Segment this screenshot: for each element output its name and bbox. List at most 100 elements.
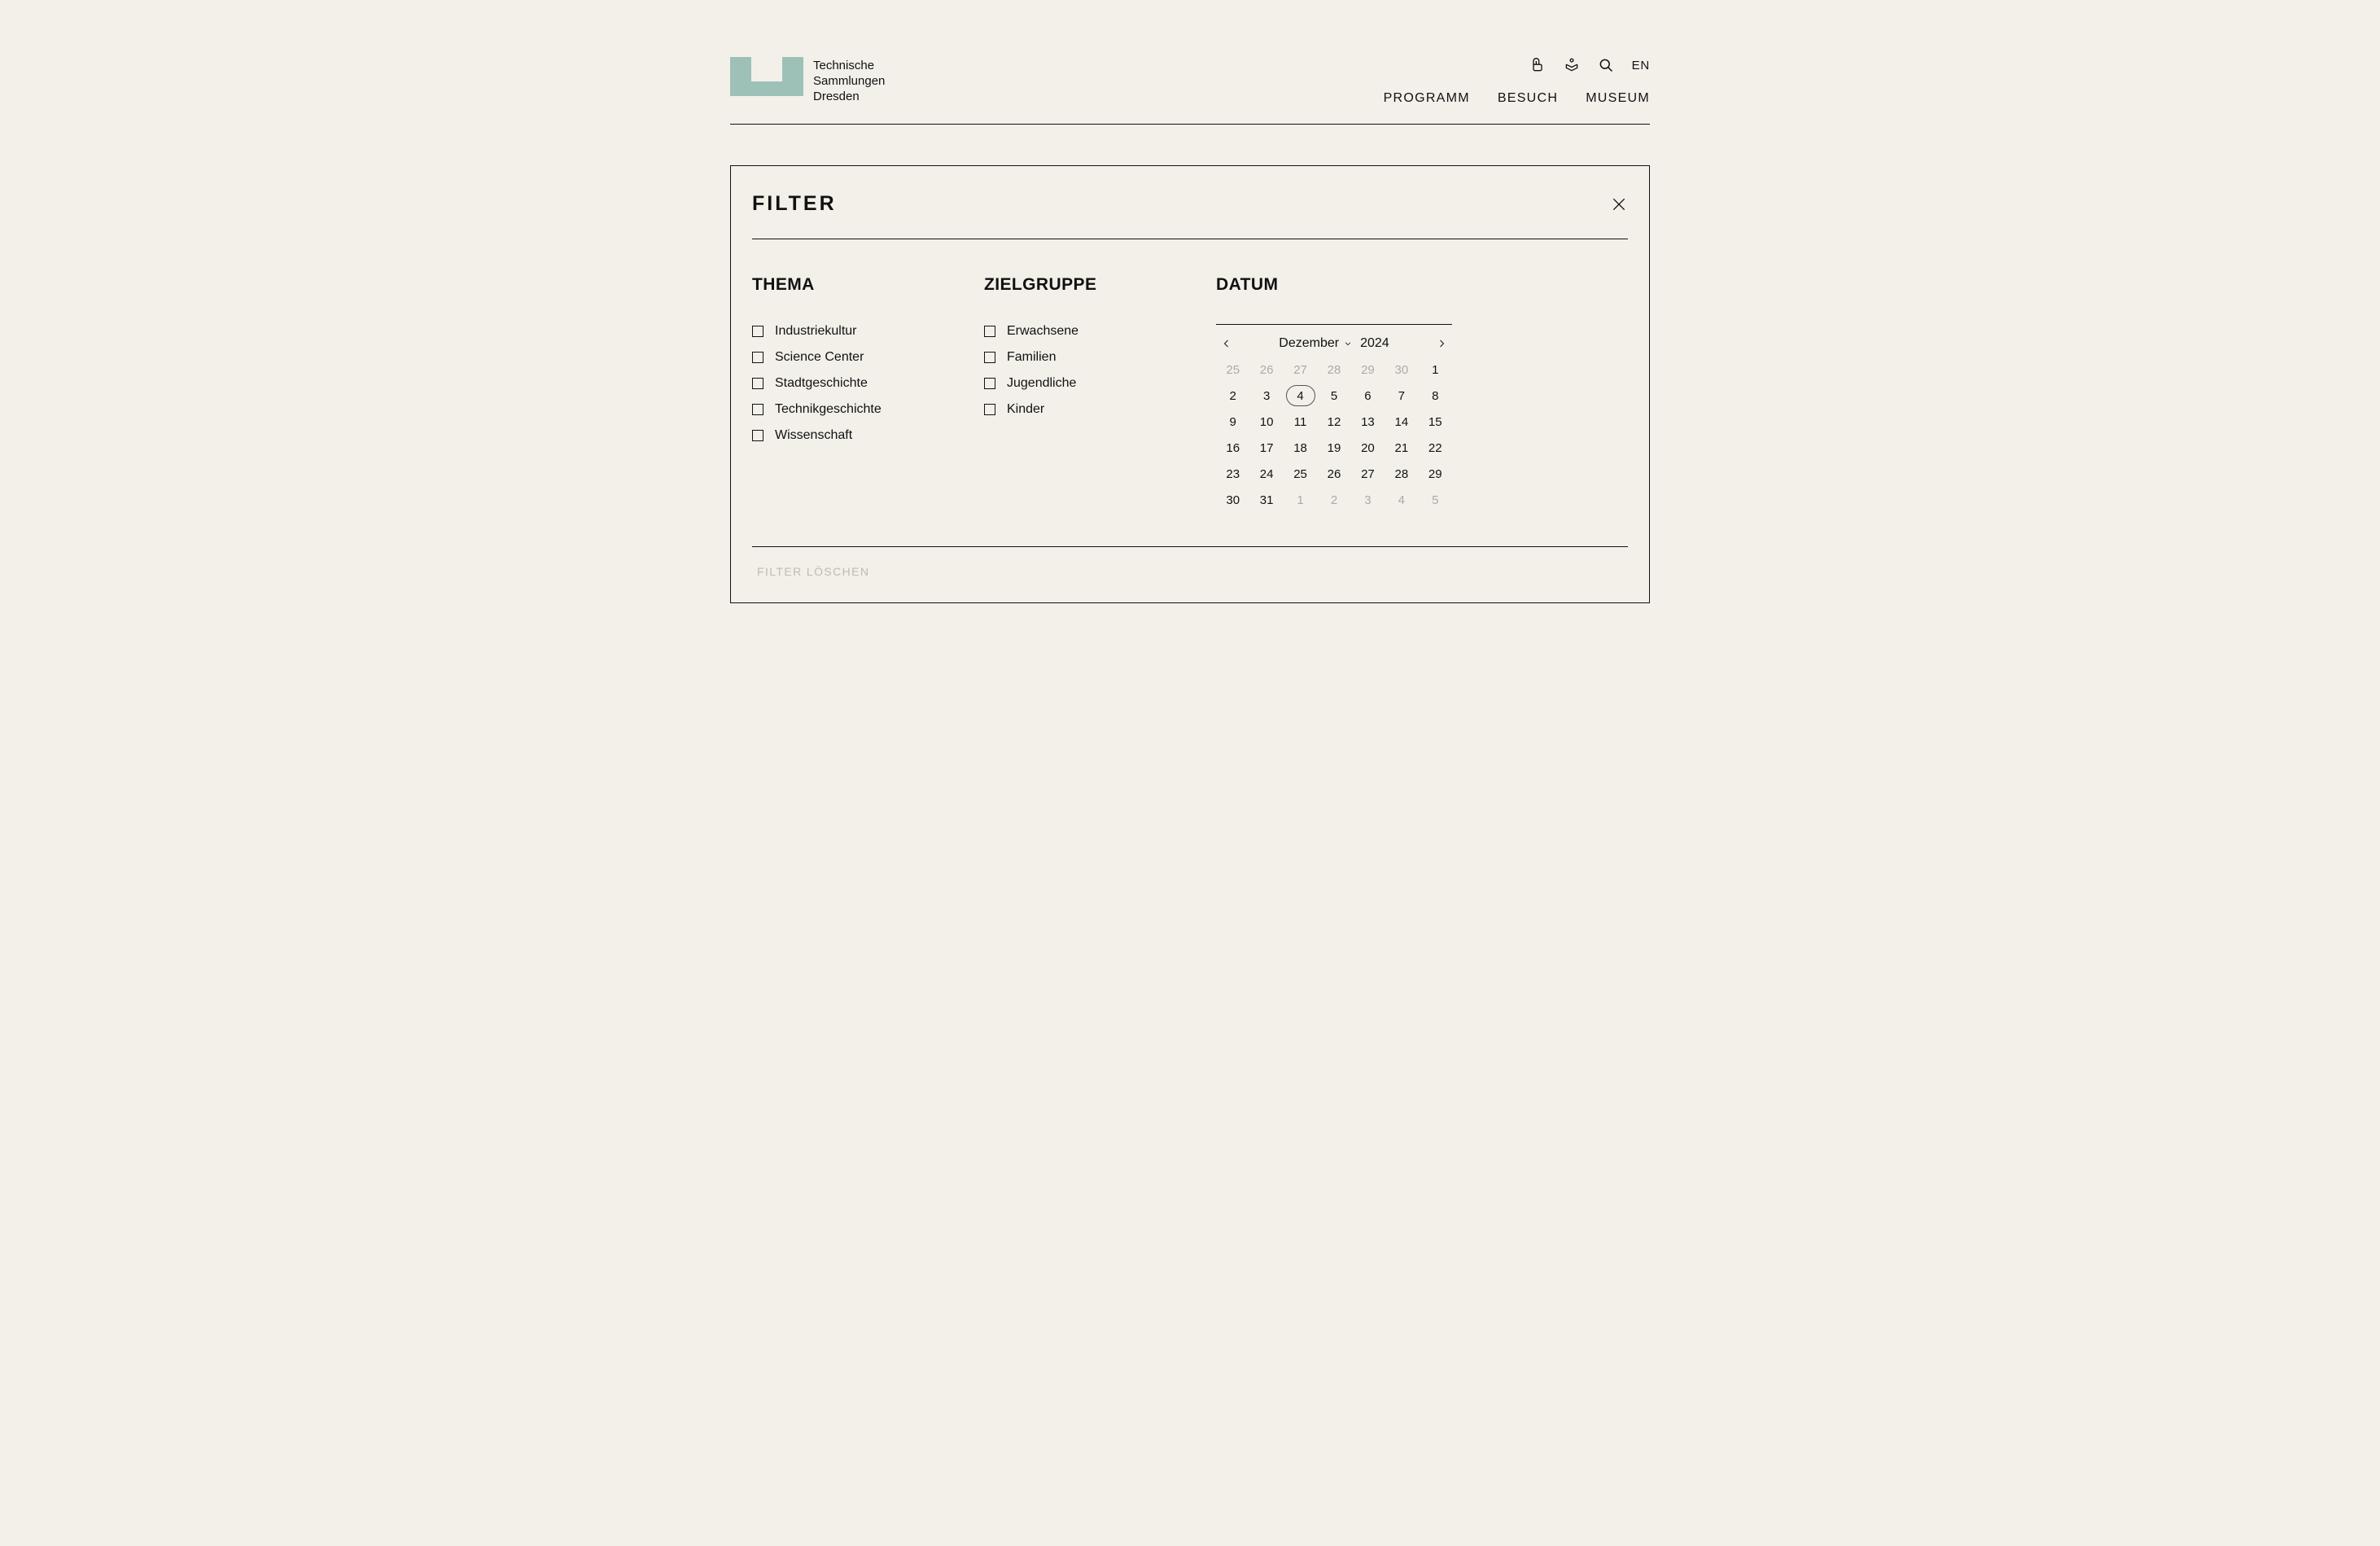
search-icon[interactable] [1598, 57, 1614, 73]
checkbox-icon [984, 352, 995, 363]
filter-title: FILTER [752, 192, 837, 216]
calendar-day[interactable]: 16 [1216, 437, 1249, 458]
calendar-day: 5 [1419, 489, 1452, 510]
zielgruppe-item[interactable]: Erwachsene [984, 324, 1216, 339]
calendar-day[interactable]: 7 [1385, 385, 1418, 406]
calendar-day[interactable]: 25 [1284, 463, 1317, 484]
brand-line-1: Technische [813, 59, 885, 74]
zielgruppe-label: Erwachsene [1007, 324, 1078, 339]
calendar-day: 4 [1385, 489, 1418, 510]
nav-museum[interactable]: MUSEUM [1586, 91, 1650, 106]
sign-language-icon[interactable] [1564, 57, 1580, 73]
calendar-day[interactable]: 11 [1284, 411, 1317, 432]
calendar-day: 2 [1317, 489, 1350, 510]
site-header: Technische Sammlungen Dresden [730, 57, 1650, 125]
checkbox-icon [752, 404, 763, 415]
calendar-day[interactable]: 15 [1419, 411, 1452, 432]
calendar-day: 3 [1351, 489, 1385, 510]
zielgruppe-label: Familien [1007, 350, 1056, 365]
calendar-day[interactable]: 17 [1249, 437, 1283, 458]
filter-footer: FILTER LÖSCHEN [752, 547, 1628, 580]
calendar-day[interactable]: 13 [1351, 411, 1385, 432]
calendar-day[interactable]: 30 [1216, 489, 1249, 510]
checkbox-icon [752, 352, 763, 363]
close-icon[interactable] [1610, 195, 1628, 213]
column-thema: THEMA IndustriekulturScience CenterStadt… [752, 275, 984, 510]
calendar-day[interactable]: 22 [1419, 437, 1452, 458]
calendar-title: Dezember 2024 [1279, 336, 1389, 351]
thema-list: Industriekultur Science Center Stadtgeschi… [752, 324, 984, 443]
calendar-day: 26 [1249, 359, 1283, 380]
calendar-prev-icon[interactable] [1219, 336, 1234, 351]
zielgruppe-list: Erwachsene Familien Jugendliche Kinder [984, 324, 1216, 417]
checkbox-icon [984, 326, 995, 337]
calendar-day[interactable]: 19 [1317, 437, 1350, 458]
calendar-day[interactable]: 12 [1317, 411, 1350, 432]
calendar-day[interactable]: 1 [1419, 359, 1452, 380]
calendar-grid: 2526272829301234567891011121314151617181… [1216, 359, 1452, 510]
calendar-day[interactable]: 27 [1351, 463, 1385, 484]
datum-title: DATUM [1216, 275, 1452, 295]
thema-item[interactable]: Stadtgeschichte [752, 376, 984, 391]
calendar-day[interactable]: 6 [1351, 385, 1385, 406]
checkbox-icon [752, 430, 763, 441]
calendar-next-icon[interactable] [1434, 336, 1449, 351]
calendar-day[interactable]: 31 [1249, 489, 1283, 510]
calendar-month-select[interactable]: Dezember [1279, 336, 1352, 351]
calendar-day[interactable]: 10 [1249, 411, 1283, 432]
calendar-day[interactable]: 9 [1216, 411, 1249, 432]
filter-header: FILTER [752, 192, 1628, 239]
calendar-day[interactable]: 8 [1419, 385, 1452, 406]
zielgruppe-item[interactable]: Kinder [984, 402, 1216, 417]
thema-item[interactable]: Wissenschaft [752, 428, 984, 443]
logo-icon [730, 57, 803, 96]
brand-line-2: Sammlungen [813, 74, 885, 90]
thema-item[interactable]: Science Center [752, 350, 984, 365]
language-toggle[interactable]: EN [1632, 59, 1650, 72]
calendar-day: 1 [1284, 489, 1317, 510]
thema-label: Stadtgeschichte [775, 376, 868, 391]
calendar-day[interactable]: 14 [1385, 411, 1418, 432]
checkbox-icon [752, 326, 763, 337]
zielgruppe-label: Kinder [1007, 402, 1044, 417]
zielgruppe-title: ZIELGRUPPE [984, 275, 1216, 295]
nav-programm[interactable]: PROGRAMM [1384, 91, 1470, 106]
thema-label: Industriekultur [775, 324, 857, 339]
column-zielgruppe: ZIELGRUPPE Erwachsene Familien Jugendliche… [984, 275, 1216, 510]
primary-nav: PROGRAMM BESUCH MUSEUM [1384, 91, 1650, 106]
chevron-down-icon [1344, 339, 1352, 348]
brand-text: Technische Sammlungen Dresden [813, 57, 885, 104]
clear-filter-button[interactable]: FILTER LÖSCHEN [752, 565, 869, 578]
calendar-day[interactable]: 21 [1385, 437, 1418, 458]
calendar-day[interactable]: 24 [1249, 463, 1283, 484]
zielgruppe-item[interactable]: Familien [984, 350, 1216, 365]
calendar-day: 25 [1216, 359, 1249, 380]
calendar-day: 30 [1385, 359, 1418, 380]
calendar-day[interactable]: 20 [1351, 437, 1385, 458]
thema-item[interactable]: Industriekultur [752, 324, 984, 339]
checkbox-icon [984, 404, 995, 415]
filter-body: THEMA IndustriekulturScience CenterStadt… [752, 239, 1628, 547]
zielgruppe-item[interactable]: Jugendliche [984, 376, 1216, 391]
calendar-header: Dezember 2024 [1216, 336, 1452, 359]
calendar-day[interactable]: 29 [1419, 463, 1452, 484]
calendar-day[interactable]: 4 [1286, 385, 1315, 406]
calendar-day[interactable]: 28 [1385, 463, 1418, 484]
calendar-day[interactable]: 26 [1317, 463, 1350, 484]
thema-item[interactable]: Technikgeschichte [752, 402, 984, 417]
thema-label: Wissenschaft [775, 428, 852, 443]
accessibility-icon[interactable] [1529, 57, 1546, 73]
calendar-month-label: Dezember [1279, 336, 1339, 351]
calendar-day[interactable]: 3 [1249, 385, 1283, 406]
nav-besuch[interactable]: BESUCH [1498, 91, 1558, 106]
calendar-day[interactable]: 18 [1284, 437, 1317, 458]
thema-label: Science Center [775, 350, 864, 365]
calendar-day[interactable]: 23 [1216, 463, 1249, 484]
calendar-day[interactable]: 2 [1216, 385, 1249, 406]
calendar-day: 29 [1351, 359, 1385, 380]
calendar-day[interactable]: 5 [1317, 385, 1350, 406]
zielgruppe-label: Jugendliche [1007, 376, 1076, 391]
checkbox-icon [984, 378, 995, 389]
brand[interactable]: Technische Sammlungen Dresden [730, 57, 885, 104]
calendar-year-label: 2024 [1360, 336, 1389, 351]
